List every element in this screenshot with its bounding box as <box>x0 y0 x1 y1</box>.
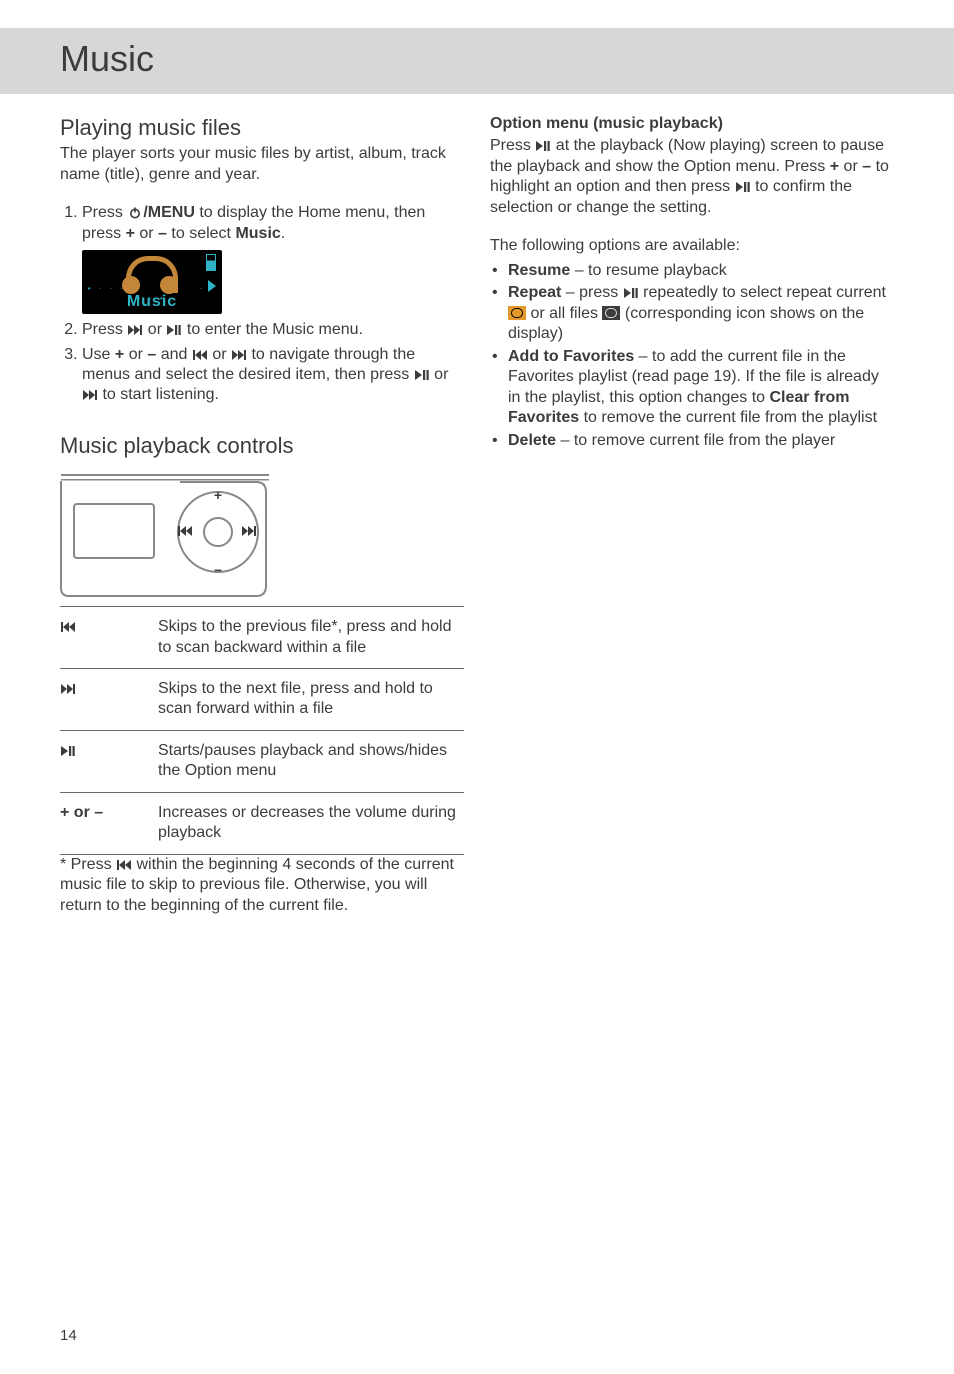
text: repeatedly to select repeat current <box>639 284 886 301</box>
heading-playback-controls: Music playback controls <box>60 432 464 460</box>
page-number: 14 <box>60 1327 77 1344</box>
next-icon <box>82 389 98 401</box>
device-screenshot: • · · · · · · · · • Music <box>82 250 222 314</box>
play-pause-icon <box>414 369 430 381</box>
label: Repeat <box>508 284 561 301</box>
content-columns: Playing music files The player sorts you… <box>0 94 954 920</box>
text: to remove the current file from the play… <box>579 409 877 426</box>
key-prev <box>60 607 158 669</box>
play-pause-icon <box>166 324 182 336</box>
minus: – <box>147 346 156 363</box>
text: or <box>208 346 231 363</box>
option-favorites: Add to Favorites – to add the current fi… <box>490 347 894 429</box>
plus: + <box>115 346 124 363</box>
prev-icon <box>192 349 208 361</box>
table-row: Skips to the next file, press and hold t… <box>60 669 464 731</box>
desc: Skips to the previous file*, press and h… <box>158 607 464 669</box>
plus: + <box>830 158 839 175</box>
player-diagram: + – <box>60 470 464 600</box>
text: and <box>156 346 192 363</box>
minus: – <box>862 158 871 175</box>
menu-bold: /MENU <box>143 204 195 221</box>
text: or <box>135 225 158 242</box>
controls-table: Skips to the previous file*, press and h… <box>60 606 464 855</box>
next-bar-icon <box>127 324 143 336</box>
option-repeat: Repeat – press repeatedly to select repe… <box>490 283 894 344</box>
heading-playing-music: Playing music files <box>60 114 464 142</box>
plus: + <box>126 225 135 242</box>
screenshot-label: Music <box>82 292 222 312</box>
text: or all files <box>526 305 602 322</box>
svg-text:–: – <box>214 561 222 577</box>
text: or <box>143 321 166 338</box>
option-menu-paragraph: Press at the playback (Now playing) scre… <box>490 136 894 218</box>
desc: Skips to the next file, press and hold t… <box>158 669 464 731</box>
label: Add to Favorites <box>508 348 634 365</box>
text: . <box>281 225 285 242</box>
repeat-all-icon <box>602 306 620 320</box>
text: or <box>839 158 862 175</box>
text: or <box>124 346 147 363</box>
option-resume: Resume – to resume playback <box>490 261 894 281</box>
text: – press <box>561 284 622 301</box>
text: – to resume playback <box>570 262 727 279</box>
step-1: Press /MENU to display the Home menu, th… <box>82 203 464 314</box>
text: to select <box>167 225 235 242</box>
desc: Increases or decreases the volume during… <box>158 792 464 854</box>
right-column: Option menu (music playback) Press at th… <box>490 108 894 920</box>
play-pause-icon <box>535 140 551 152</box>
text: Press <box>490 137 535 154</box>
left-column: Playing music files The player sorts you… <box>60 108 464 920</box>
key-vol: + or – <box>60 792 158 854</box>
next-icon <box>231 349 247 361</box>
text: Press <box>82 321 127 338</box>
table-row: + or – Increases or decreases the volume… <box>60 792 464 854</box>
play-pause-icon <box>623 287 639 299</box>
intro-paragraph: The player sorts your music files by art… <box>60 144 464 185</box>
text: to enter the Music menu. <box>182 321 363 338</box>
steps-list: Press /MENU to display the Home menu, th… <box>60 203 464 406</box>
options-intro: The following options are available: <box>490 236 894 256</box>
chapter-title: Music <box>0 28 954 94</box>
table-row: Skips to the previous file*, press and h… <box>60 607 464 669</box>
footnote: * Press within the beginning 4 seconds o… <box>60 855 464 916</box>
table-row: Starts/pauses playback and shows/hides t… <box>60 730 464 792</box>
key-next <box>60 669 158 731</box>
page: Music Playing music files The player sor… <box>0 0 954 1374</box>
options-list: Resume – to resume playback Repeat – pre… <box>490 261 894 451</box>
option-delete: Delete – to remove current file from the… <box>490 431 894 451</box>
minus: – <box>158 225 167 242</box>
text: * Press <box>60 856 116 873</box>
text: Use <box>82 346 115 363</box>
power-icon <box>127 207 143 219</box>
music-bold: Music <box>235 225 280 242</box>
text: – to remove current file from the player <box>556 432 835 449</box>
repeat-one-icon <box>508 306 526 320</box>
text: to start listening. <box>98 386 219 403</box>
desc: Starts/pauses playback and shows/hides t… <box>158 730 464 792</box>
key-play <box>60 730 158 792</box>
step-3: Use + or – and or to navigate through th… <box>82 345 464 406</box>
text: Press <box>82 204 127 221</box>
prev-icon <box>116 859 132 871</box>
option-menu-heading: Option menu (music playback) <box>490 114 894 134</box>
step-2: Press or to enter the Music menu. <box>82 320 464 340</box>
label: Resume <box>508 262 570 279</box>
svg-text:+: + <box>214 487 222 503</box>
text: or <box>430 366 449 383</box>
play-pause-icon <box>735 181 751 193</box>
battery-icon <box>206 254 216 271</box>
label: Delete <box>508 432 556 449</box>
